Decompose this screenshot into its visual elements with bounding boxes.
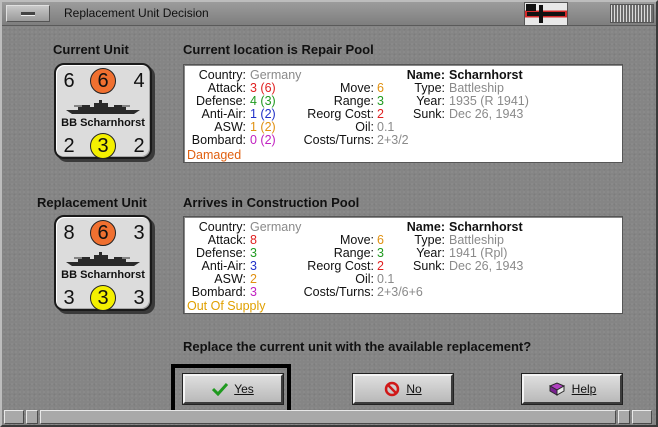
unit-status: Out Of Supply bbox=[187, 299, 266, 313]
current-unit-stats: Country: Germany Attack: 3 (6) Defense: … bbox=[183, 64, 623, 163]
no-button-label: No bbox=[406, 382, 422, 396]
counter-range-circle: 3 bbox=[90, 133, 116, 159]
counter-unit-name: BB Scharnhorst bbox=[61, 269, 145, 281]
counter-bottom-right: 2 bbox=[133, 135, 145, 157]
stat-label: Costs/Turns: bbox=[303, 285, 374, 299]
counter-range-circle: 3 bbox=[90, 285, 116, 311]
yes-button[interactable]: Yes bbox=[182, 373, 284, 405]
help-button-label: Help bbox=[571, 382, 597, 396]
counter-bottom-left: 3 bbox=[63, 287, 75, 309]
counter-attack: 8 bbox=[63, 222, 75, 244]
replacement-unit-heading: Replacement Unit bbox=[37, 195, 147, 210]
window-title: Replacement Unit Decision bbox=[64, 6, 209, 20]
counter-movement-circle: 6 bbox=[90, 220, 116, 246]
title-grip[interactable] bbox=[610, 4, 654, 23]
german-war-flag-icon bbox=[524, 2, 568, 26]
replace-question: Replace the current unit with the availa… bbox=[183, 339, 532, 354]
stat-label: Bombard: bbox=[191, 285, 246, 299]
title-bar[interactable]: Replacement Unit Decision bbox=[2, 2, 656, 26]
help-book-icon bbox=[548, 382, 565, 396]
counter-defense: 4 bbox=[133, 70, 145, 92]
stat-value: 2+3/6+6 bbox=[377, 285, 423, 299]
no-button[interactable]: No bbox=[352, 373, 454, 405]
checkmark-icon bbox=[212, 382, 229, 396]
counter-movement-circle: 6 bbox=[90, 68, 116, 94]
stat-value: Dec 26, 1943 bbox=[449, 259, 524, 273]
yes-button-label: Yes bbox=[234, 382, 254, 396]
current-location-heading: Current location is Repair Pool bbox=[183, 42, 374, 57]
system-menu-button[interactable] bbox=[6, 5, 50, 22]
counter-bottom-left: 2 bbox=[63, 135, 75, 157]
counter-defense: 3 bbox=[133, 222, 145, 244]
battleship-icon bbox=[66, 252, 140, 266]
stat-label: Costs/Turns: bbox=[303, 133, 374, 147]
dialog-window: Replacement Unit Decision Current Unit C… bbox=[0, 0, 658, 427]
current-unit-heading: Current Unit bbox=[53, 42, 129, 57]
current-unit-counter[interactable]: 6 6 4 BB Scharnhorst 2 3 2 bbox=[54, 63, 152, 159]
stat-value: Germany bbox=[250, 220, 302, 234]
counter-unit-name: BB Scharnhorst bbox=[61, 117, 145, 129]
battleship-icon bbox=[66, 100, 140, 114]
stat-value: 3 bbox=[250, 285, 257, 299]
stat-label: Sunk: bbox=[413, 259, 445, 273]
stat-value: 0 (2) bbox=[250, 133, 276, 147]
help-button[interactable]: Help bbox=[521, 373, 623, 405]
counter-attack: 6 bbox=[63, 70, 75, 92]
replacement-location-heading: Arrives in Construction Pool bbox=[183, 195, 360, 210]
stat-value: 2+3/2 bbox=[377, 133, 409, 147]
no-sign-icon bbox=[385, 381, 400, 397]
counter-bottom-right: 3 bbox=[133, 287, 145, 309]
status-bar bbox=[4, 410, 654, 424]
replacement-unit-stats: Country: Germany Attack: 8 Defense: 3 An… bbox=[183, 216, 623, 314]
stat-value: Dec 26, 1943 bbox=[449, 107, 524, 121]
unit-status: Damaged bbox=[187, 148, 242, 162]
replacement-unit-counter[interactable]: 8 6 3 BB Scharnhorst 3 3 3 bbox=[54, 215, 152, 311]
stat-label: Bombard: bbox=[191, 133, 246, 147]
stat-label: Sunk: bbox=[413, 107, 445, 121]
